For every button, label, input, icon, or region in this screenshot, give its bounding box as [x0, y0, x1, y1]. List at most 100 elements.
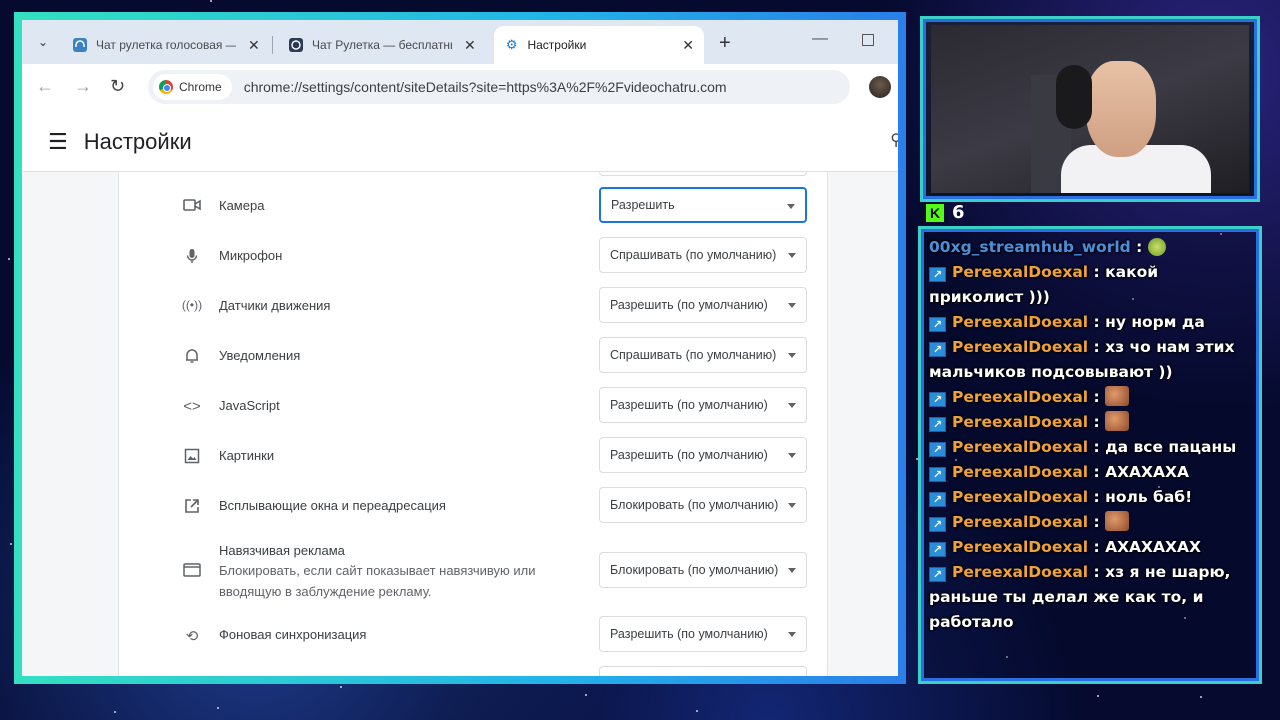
page-title: Настройки [83, 128, 192, 154]
chat-message: ↗ PereexalDoexal : хз я не шарю, раньше т… [929, 563, 1231, 631]
star [217, 707, 219, 709]
settings-content: Камера Разрешить Микрофон Спрашивать (по… [22, 172, 898, 676]
ads-icon [181, 563, 203, 581]
chat-badge-icon: ↗ [929, 567, 946, 582]
dropdown-caret-icon [788, 253, 796, 258]
permission-label: Микрофон [219, 248, 283, 263]
minimize-button[interactable]: — [812, 30, 828, 48]
chat-message: ↗ PereexalDoexal : АХАХАХАХ [929, 535, 1251, 560]
chat-badge-icon: ↗ [929, 442, 946, 457]
chat-text: да все пацаны [1105, 438, 1237, 456]
kick-logo-icon: K [926, 203, 944, 222]
tab-title: Настройки [527, 38, 587, 52]
chat-username: PereexalDoexal [952, 488, 1089, 506]
viewer-count: 6 [952, 202, 965, 223]
menu-icon[interactable]: ☰ [48, 129, 68, 155]
settings-header: ☰ Настройки ⚲ [22, 112, 898, 172]
permission-label: Уведомления [219, 348, 301, 363]
chat-message: ↗ PereexalDoexal : ну норм да [929, 310, 1251, 335]
permission-description: Блокировать, если сайт показывает навязч… [219, 563, 536, 599]
tab-chat-roulette[interactable]: Чат Рулетка — бесплатный ч ✕ [278, 26, 486, 64]
dropdown-caret-icon [788, 403, 796, 408]
tab-settings[interactable]: ⚙ Настройки ✕ [494, 26, 704, 64]
chat-text: АХАХАХА [1105, 463, 1189, 481]
star [1097, 695, 1099, 697]
chat-username: PereexalDoexal [952, 538, 1089, 556]
chat-message: ↗ PereexalDoexal : да все пацаны [929, 435, 1251, 460]
forward-button[interactable]: → [74, 76, 92, 97]
chat-badge-icon: ↗ [929, 267, 946, 282]
chat-message: 00xg_streamhub_world : [929, 235, 1251, 260]
microphone-permission-select[interactable]: Спрашивать (по умолчанию) [599, 237, 807, 273]
intrusive-ads-permission-select[interactable]: Блокировать (по умолчанию) [599, 552, 807, 588]
search-icon[interactable]: ⚲ [890, 130, 898, 150]
images-permission-select[interactable]: Разрешить (по умолчанию) [599, 437, 807, 473]
dropdown-caret-icon [788, 568, 796, 573]
chat-username: PereexalDoexal [952, 263, 1089, 281]
chat-message: ↗ PereexalDoexal : [929, 510, 1251, 535]
chat-username: PereexalDoexal [952, 563, 1089, 581]
chat-message: ↗ PereexalDoexal : [929, 410, 1251, 435]
javascript-permission-select[interactable]: Разрешить (по умолчанию) [599, 387, 807, 423]
tab-title: Чат рулетка голосовая — b [96, 38, 236, 52]
select-value: Разрешить [611, 198, 675, 212]
dropdown-caret-icon [788, 303, 796, 308]
tab-voice-roulette[interactable]: Чат рулетка голосовая — b ✕ [62, 26, 270, 64]
chat-username: PereexalDoexal [952, 388, 1089, 406]
tab-title: Чат Рулетка — бесплатный ч [312, 38, 452, 52]
star [8, 258, 10, 260]
permission-label: Камера [219, 198, 265, 213]
popups-permission-select[interactable]: Блокировать (по умолчанию) [599, 487, 807, 523]
star [585, 694, 587, 696]
select-value: Спрашивать (по умолчанию) [610, 348, 777, 362]
back-button[interactable]: ← [36, 76, 54, 97]
new-tab-button[interactable]: + [719, 32, 731, 55]
dropdown-caret-icon [787, 204, 795, 209]
tab-bar: ⌄ Чат рулетка голосовая — b ✕ Чат Рулетк… [22, 20, 898, 64]
image-icon [181, 448, 203, 468]
permission-label: Картинки [219, 448, 275, 463]
maximize-button[interactable] [862, 34, 874, 46]
previous-select-partial[interactable] [599, 172, 807, 176]
close-icon[interactable]: ✕ [464, 37, 476, 54]
close-icon[interactable]: ✕ [682, 37, 694, 54]
close-icon[interactable]: ✕ [248, 37, 260, 54]
browser-toolbar: ← → ↻ Chrome chrome://settings/content/s… [22, 64, 898, 112]
chat-badge-icon: ↗ [929, 417, 946, 432]
webcam-frame [920, 16, 1260, 202]
stream-chat: 00xg_streamhub_world : ↗ PereexalDoexal :… [918, 226, 1262, 684]
chat-badge-icon: ↗ [929, 392, 946, 407]
emote-icon [1105, 386, 1130, 406]
permission-label: Датчики движения [219, 298, 331, 313]
camera-permission-select[interactable]: Разрешить [599, 187, 807, 223]
url-text[interactable]: chrome://settings/content/siteDetails?si… [244, 79, 727, 95]
emote-icon [1105, 511, 1130, 531]
chat-username: PereexalDoexal [952, 463, 1089, 481]
browser-window: ⌄ Чат рулетка голосовая — b ✕ Чат Рулетк… [22, 20, 898, 676]
chat-message: ↗ PereexalDoexal : АХАХАХА [929, 460, 1251, 485]
motion-sensors-permission-select[interactable]: Разрешить (по умолчанию) [599, 287, 807, 323]
address-bar[interactable]: Chrome chrome://settings/content/siteDet… [148, 70, 850, 104]
chat-message: ↗ PereexalDoexal : ноль баб! [929, 485, 1251, 510]
chat-badge-icon: ↗ [929, 517, 946, 532]
browser-frame: ⌄ Чат рулетка голосовая — b ✕ Чат Рулетк… [14, 12, 906, 684]
emote-icon [1147, 238, 1166, 256]
chat-username: PereexalDoexal [952, 438, 1089, 456]
next-permission-select[interactable] [599, 666, 807, 676]
notifications-permission-select[interactable]: Спрашивать (по умолчанию) [599, 337, 807, 373]
background-sync-permission-select[interactable]: Разрешить (по умолчанию) [599, 616, 807, 652]
tab-search-button[interactable]: ⌄ [30, 29, 56, 55]
star [210, 0, 212, 2]
select-value: Спрашивать (по умолчанию) [610, 248, 777, 262]
tab-divider [272, 36, 273, 54]
select-value: Разрешить (по умолчанию) [610, 627, 768, 641]
open-in-new-icon [181, 498, 203, 518]
streamer-head [1086, 61, 1156, 157]
reload-button[interactable]: ↻ [110, 76, 125, 97]
site-info-chip[interactable]: Chrome [153, 74, 232, 100]
chat-badge-icon: ↗ [929, 467, 946, 482]
gear-icon: ⚙ [505, 37, 518, 52]
profile-avatar[interactable] [869, 76, 891, 98]
viewer-counter: K 6 [926, 202, 965, 223]
chrome-icon [159, 80, 173, 94]
